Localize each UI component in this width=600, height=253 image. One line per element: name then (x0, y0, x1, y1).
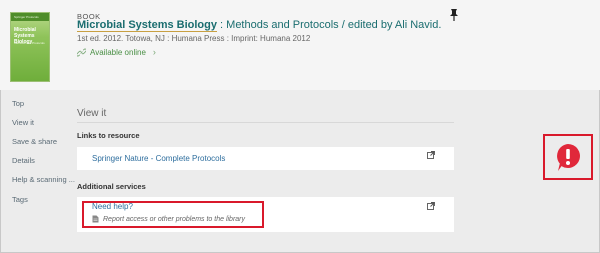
record-title-main[interactable]: Microbial Systems Biology (77, 19, 217, 32)
link-icon (77, 48, 86, 56)
external-link-icon[interactable] (427, 151, 435, 159)
nav-item-details[interactable]: Details (12, 156, 35, 165)
nav-item-top[interactable]: Top (12, 99, 24, 108)
nav-item-tags[interactable]: Tags (12, 195, 28, 204)
resource-link-card[interactable]: Springer Nature - Complete Protocols (77, 147, 454, 170)
highlight-box-help (82, 201, 264, 228)
view-it-heading: View it (77, 108, 107, 119)
record-publication: 1st ed. 2012. Totowa, NJ : Humana Press … (77, 34, 311, 43)
resource-link[interactable]: Springer Nature - Complete Protocols (92, 154, 225, 163)
record-header: Springer Protocols Microbial Systems Bio… (0, 0, 600, 90)
cover-subtitle: Methods and Protocols (14, 41, 45, 45)
external-link-icon[interactable] (427, 202, 435, 210)
availability-text[interactable]: Available online (90, 48, 146, 57)
nav-item-save-share[interactable]: Save & share (12, 137, 57, 146)
record-title[interactable]: Microbial Systems Biology : Methods and … (77, 19, 441, 32)
additional-services-label: Additional services (77, 182, 146, 191)
cover-series-text: Springer Protocols (14, 15, 39, 19)
chevron-right-icon: › (152, 47, 156, 57)
availability-link[interactable]: Available online › (77, 47, 156, 57)
links-to-resource-label: Links to resource (77, 131, 140, 140)
pin-icon[interactable] (448, 8, 460, 22)
section-divider (77, 122, 454, 123)
record-title-rest[interactable]: : Methods and Protocols / edited by Ali … (217, 19, 441, 31)
book-cover-image[interactable]: Springer Protocols Microbial Systems Bio… (10, 12, 50, 82)
nav-item-view-it[interactable]: View it (12, 118, 34, 127)
alert-exclamation-icon[interactable] (554, 143, 582, 173)
nav-item-help-scanning[interactable]: Help & scanning ... (12, 175, 75, 184)
